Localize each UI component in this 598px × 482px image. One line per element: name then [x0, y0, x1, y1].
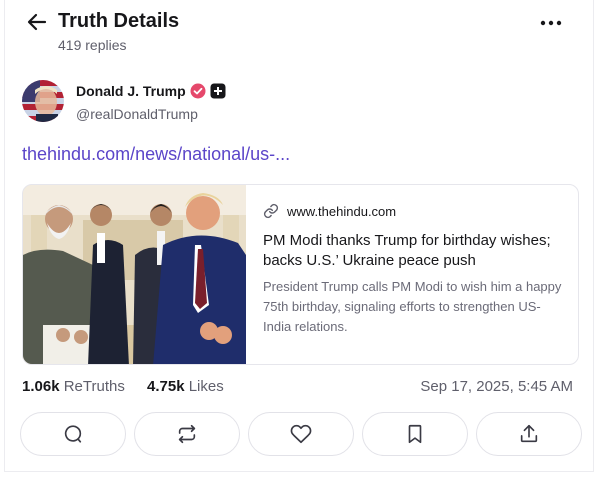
- share-icon: [520, 424, 538, 443]
- card-image: [23, 185, 246, 364]
- post-timestamp: Sep 17, 2025, 5:45 AM: [420, 378, 573, 395]
- truth-details-panel: Truth Details 419 replies Donald J. Trum…: [4, 0, 594, 472]
- comment-icon: [64, 425, 82, 443]
- bookmark-icon: [408, 424, 422, 444]
- verified-badge-icon: [190, 83, 206, 99]
- post-stats: 1.06k ReTruths 4.75k Likes Sep 17, 2025,…: [22, 376, 573, 398]
- retruths-count: 1.06k: [22, 378, 60, 395]
- author-row: Donald J. Trump @realDonaldTrump: [22, 80, 573, 124]
- retruths-label: ReTruths: [63, 378, 125, 395]
- card-body: www.thehindu.com PM Modi thanks Trump fo…: [263, 201, 563, 337]
- likes-count: 4.75k: [147, 378, 185, 395]
- avatar-image: [22, 80, 64, 122]
- card-domain-row: www.thehindu.com: [263, 201, 563, 221]
- card-title: PM Modi thanks Trump for birthday wishes…: [263, 232, 551, 269]
- link-icon: [263, 203, 279, 219]
- header: Truth Details 419 replies: [25, 8, 573, 56]
- card-description: President Trump calls PM Modi to wish hi…: [263, 279, 562, 334]
- heart-icon: [290, 424, 312, 444]
- share-button[interactable]: [476, 412, 582, 456]
- plus-badge-icon: [210, 83, 226, 99]
- likes-label: Likes: [188, 378, 224, 395]
- replies-count: 419 replies: [58, 37, 127, 53]
- card-domain: www.thehindu.com: [287, 203, 397, 219]
- page-title: Truth Details: [58, 10, 180, 32]
- action-bar: [20, 412, 582, 456]
- bookmark-button[interactable]: [362, 412, 468, 456]
- author-handle[interactable]: @realDonaldTrump: [76, 106, 198, 122]
- likes-stat[interactable]: 4.75k Likes: [147, 378, 224, 395]
- link-preview-card[interactable]: www.thehindu.com PM Modi thanks Trump fo…: [22, 184, 579, 365]
- more-options-button[interactable]: [537, 10, 565, 34]
- like-button[interactable]: [248, 412, 354, 456]
- repost-icon: [178, 424, 196, 444]
- author-name[interactable]: Donald J. Trump: [76, 83, 186, 99]
- retruth-button[interactable]: [134, 412, 240, 456]
- retruths-stat[interactable]: 1.06k ReTruths: [22, 378, 125, 395]
- more-horizontal-icon: [540, 20, 562, 26]
- arrow-left-icon: [27, 13, 47, 31]
- reply-button[interactable]: [20, 412, 126, 456]
- back-button[interactable]: [25, 10, 49, 34]
- avatar[interactable]: [22, 80, 64, 122]
- post-link[interactable]: thehindu.com/news/national/us-...: [22, 144, 290, 165]
